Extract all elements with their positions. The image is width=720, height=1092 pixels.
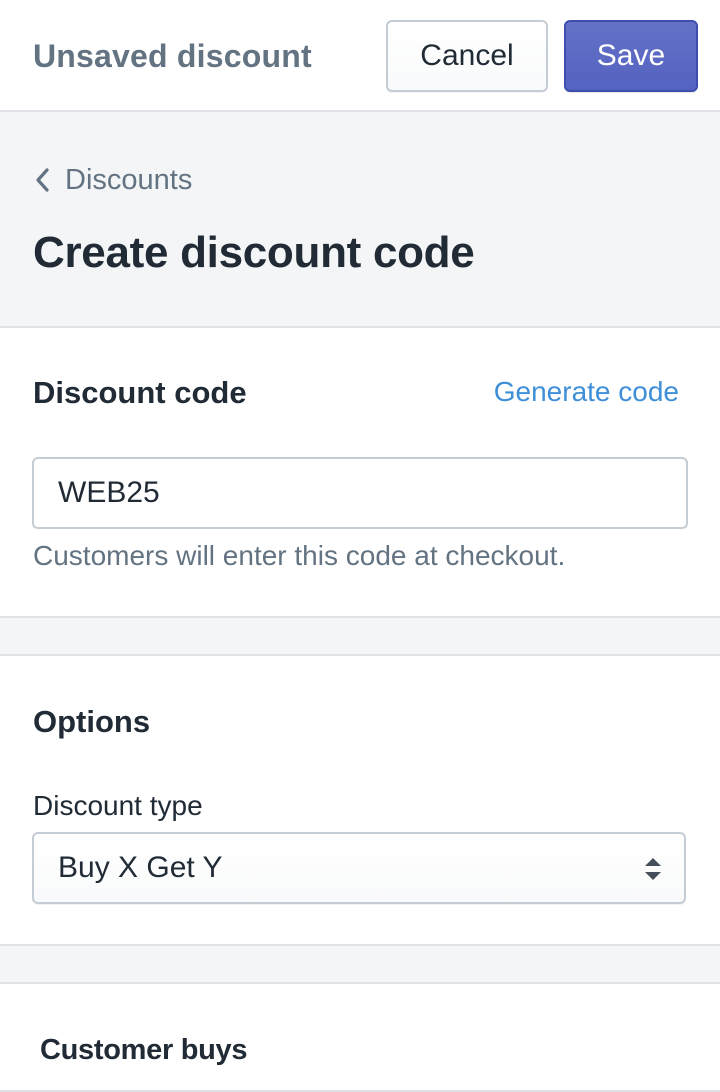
save-button[interactable]: Save: [564, 20, 698, 92]
generate-code-link[interactable]: Generate code: [494, 376, 679, 408]
breadcrumb[interactable]: Discounts: [33, 162, 192, 198]
unsaved-title: Unsaved discount: [33, 38, 312, 74]
discount-type-select[interactable]: Buy X Get Y: [32, 832, 686, 904]
discount-type-value: Buy X Get Y: [58, 851, 223, 884]
chevron-left-icon: [33, 166, 51, 194]
discount-code-heading: Discount code: [33, 375, 247, 410]
discount-code-value: WEB25: [58, 476, 160, 509]
select-arrows-icon: [644, 856, 662, 882]
discount-code-input[interactable]: WEB25: [32, 457, 688, 529]
discount-code-help-text: Customers will enter this code at checko…: [33, 540, 566, 571]
breadcrumb-label: Discounts: [65, 163, 193, 196]
discount-code-card: Discount code Generate code WEB25 Custom…: [0, 326, 720, 618]
customer-buys-heading: Customer buys: [40, 1034, 248, 1066]
top-action-bar: Unsaved discount Cancel Save: [0, 0, 720, 112]
options-card: Options Discount type Buy X Get Y: [0, 654, 720, 946]
options-heading: Options: [33, 704, 151, 739]
customer-buys-card: Customer buys: [0, 982, 720, 1092]
cancel-button[interactable]: Cancel: [386, 20, 548, 92]
page-title: Create discount code: [33, 228, 475, 277]
discount-type-label: Discount type: [33, 790, 203, 821]
